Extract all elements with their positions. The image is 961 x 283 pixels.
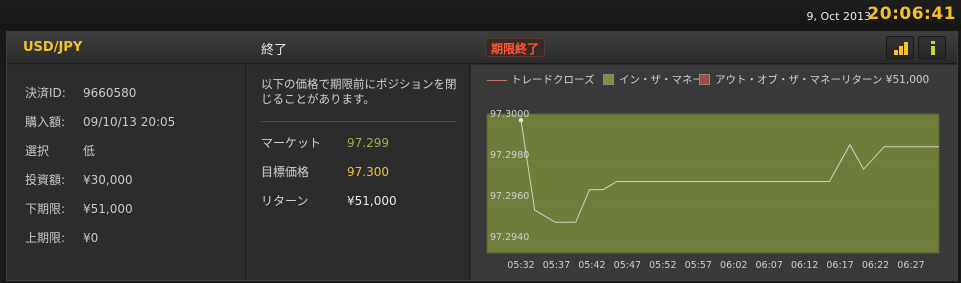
currency-pair: USD/JPY	[23, 40, 83, 55]
return-label: リターン	[261, 194, 309, 208]
detail-label: 選択	[25, 144, 50, 158]
divider	[261, 121, 457, 122]
trade-panel: USD/JPY 終了 期限終了 決済ID: 9660580 購入額: 09/10/1…	[6, 31, 958, 281]
price-summary: 以下の価格で期限前にポジションを閉じることがあります。 マーケット 97.299 …	[247, 65, 470, 280]
y-tick-label: 97.3000	[490, 109, 529, 120]
price-line-chart: 97.3000 97.2980 97.2960 97.2940 05:32 05:37 0…	[486, 109, 940, 271]
detail-value: ¥0	[83, 231, 99, 245]
return-value: ¥51,000	[347, 194, 397, 208]
early-close-note: 以下の価格で期限前にポジションを閉じることがあります。	[261, 77, 457, 106]
info-button[interactable]	[918, 36, 946, 59]
x-tick-label: 05:32	[507, 260, 534, 271]
in-the-money-area	[486, 113, 940, 254]
market-label: マーケット	[261, 136, 322, 150]
x-tick-label: 05:57	[685, 260, 712, 271]
detail-row: 下期限: ¥51,000	[25, 200, 133, 217]
y-tick-label: 97.2980	[490, 150, 529, 161]
info-icon	[931, 41, 935, 55]
entry-point	[518, 117, 524, 123]
x-tick-label: 06:02	[720, 260, 747, 271]
price-chart: トレードクローズ イン・ザ・マネー アウト・オブ・ザ・マネー リターン ¥51,…	[471, 65, 957, 280]
detail-label: 上期限:	[25, 231, 66, 245]
detail-row: 決済ID: 9660580	[25, 84, 136, 101]
x-tick-label: 05:52	[649, 260, 676, 271]
target-value: 97.300	[347, 165, 389, 179]
detail-row: 投資額: ¥30,000	[25, 171, 133, 188]
market-value: 97.299	[347, 136, 389, 150]
detail-value: ¥30,000	[83, 173, 133, 187]
target-row: 目標価格 97.300	[261, 163, 389, 180]
detail-row: 購入額: 09/10/13 20:05	[25, 113, 175, 130]
detail-row: 選択 低	[25, 142, 95, 159]
detail-label: 購入額:	[25, 115, 66, 129]
y-tick-label: 97.2940	[490, 232, 529, 243]
return-row: リターン ¥51,000	[261, 192, 397, 209]
detail-value: ¥51,000	[83, 202, 133, 216]
x-tick-label: 06:07	[755, 260, 782, 271]
x-tick-label: 06:22	[862, 260, 889, 271]
x-tick-label: 05:42	[578, 260, 605, 271]
detail-value: 09/10/13 20:05	[83, 115, 176, 129]
y-tick-label: 97.2960	[490, 191, 529, 202]
detail-row: 上期限: ¥0	[25, 229, 98, 246]
detail-label: 下期限:	[25, 202, 66, 216]
detail-value: 9660580	[83, 86, 137, 100]
detail-value: 低	[83, 144, 96, 158]
stats-button[interactable]	[886, 36, 914, 59]
trade-header: USD/JPY 終了 期限終了	[7, 32, 957, 64]
detail-label: 決済ID:	[25, 86, 66, 100]
trade-details: 決済ID: 9660580 購入額: 09/10/13 20:05 選択 低 投資額:…	[7, 65, 246, 280]
x-tick-label: 05:47	[614, 260, 641, 271]
top-bar: 9, Oct 2013 20:06:41	[0, 0, 961, 30]
x-tick-label: 05:37	[543, 260, 570, 271]
x-tick-label: 06:17	[826, 260, 853, 271]
x-tick-label: 06:27	[897, 260, 924, 271]
market-row: マーケット 97.299	[261, 134, 389, 151]
detail-label: 投資額:	[25, 173, 66, 187]
bar-chart-icon	[894, 42, 908, 55]
trade-state: 終了	[261, 43, 288, 58]
current-date: 9, Oct 2013	[806, 10, 871, 23]
target-label: 目標価格	[261, 165, 310, 179]
x-tick-label: 06:12	[791, 260, 818, 271]
current-time: 20:06:41	[867, 4, 956, 24]
expired-badge: 期限終了	[485, 38, 546, 57]
